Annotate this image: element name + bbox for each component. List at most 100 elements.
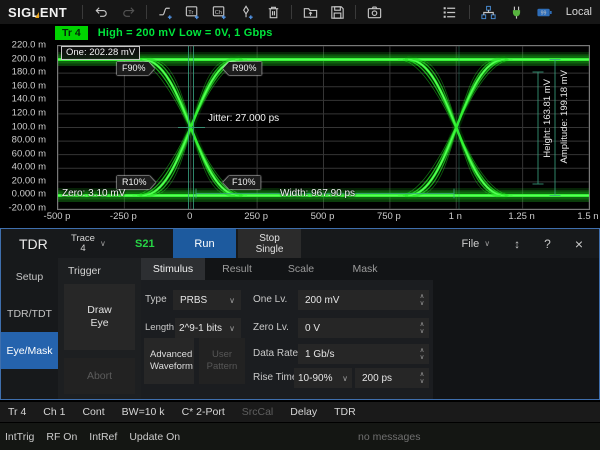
stop-single-line1: Stop: [259, 233, 280, 244]
add-waveform-icon[interactable]: [156, 3, 174, 21]
x-tick-7: 1.25 n: [508, 211, 534, 222]
y-tick-3: 160.0 m: [12, 80, 46, 91]
dialog-sidebar: SetupTDR/TDTEye/Mask: [1, 258, 58, 399]
st2-item-1: RF On: [46, 431, 77, 443]
run-button[interactable]: Run: [173, 229, 236, 258]
chevron-down-icon: ∨: [484, 239, 490, 248]
r90-marker: R90%: [223, 62, 262, 75]
toolbar-separator: [146, 5, 147, 19]
user-pattern-button[interactable]: UserPattern: [199, 338, 245, 384]
side-item-1[interactable]: TDR/TDT: [1, 295, 58, 332]
toolbar-separator: [355, 5, 356, 19]
one-level-field-label: One Lv.: [253, 290, 297, 310]
abort-button[interactable]: Abort: [64, 358, 135, 394]
zero-level-label: Zero: 3.10 mV: [62, 188, 125, 199]
stop-single-button[interactable]: Stop Single: [238, 229, 301, 258]
save-file-icon[interactable]: [328, 3, 346, 21]
message-area: no messages: [358, 431, 420, 443]
stepper-icon[interactable]: ∧∨: [415, 290, 429, 310]
chevron-down-icon: ∨: [342, 374, 348, 383]
delete-icon[interactable]: [264, 3, 282, 21]
siglent-logo: SIGLENT: [8, 5, 67, 20]
rise-time-field-label: Rise Time: [253, 368, 299, 388]
stepper-icon[interactable]: ∧∨: [415, 344, 429, 364]
st2-item-3: Update On: [129, 431, 180, 443]
tab-item-1[interactable]: Result: [205, 258, 269, 280]
side-item-2[interactable]: Eye/Mask: [1, 332, 58, 369]
f10-marker: F10%: [223, 176, 261, 189]
toolbar-separator: [82, 5, 83, 19]
type-label: Type: [145, 290, 173, 310]
local-mode-label: Local: [566, 6, 592, 18]
add-channel-icon[interactable]: Ch: [210, 3, 228, 21]
battery-icon: 99: [536, 3, 554, 21]
y-tick-12: -20.00 m: [9, 203, 47, 214]
close-icon[interactable]: ×: [575, 236, 583, 252]
chevron-down-icon: ∨: [229, 296, 235, 305]
data-rate-field[interactable]: 1 Gb/s ∧∨: [298, 344, 429, 364]
y-tick-1: 200.0 m: [12, 53, 46, 64]
st-item-1: Ch 1: [43, 406, 65, 418]
open-file-icon[interactable]: [301, 3, 319, 21]
y-tick-11: 0.000 m: [12, 189, 46, 200]
rise-time-select[interactable]: 10-90% ∨: [294, 368, 352, 388]
st-item-3: BW=10 k: [122, 406, 165, 418]
x-tick-4: 500 p: [311, 211, 335, 222]
amplitude-label: Amplitude: 199.18 mV: [559, 70, 570, 163]
trace-selector[interactable]: Trace 4 ∨: [71, 234, 121, 254]
y-tick-0: 220.0 m: [12, 40, 46, 51]
s-parameter-label[interactable]: S21: [135, 238, 169, 250]
draw-eye-button[interactable]: Draw Eye: [64, 284, 135, 350]
tab-item-0[interactable]: Stimulus: [141, 258, 205, 280]
trace-selector-line1: Trace: [71, 234, 95, 244]
tab-item-3[interactable]: Mask: [333, 258, 397, 280]
dialog-header: TDR Trace 4 ∨ S21 Run Stop Single File ∨…: [1, 229, 599, 258]
status-bar-system: IntTrigRF OnIntRefUpdate On no messages: [0, 423, 600, 450]
y-tick-2: 180.0 m: [12, 67, 46, 78]
redo-icon[interactable]: [119, 3, 137, 21]
stepper-icon[interactable]: ∧∨: [415, 368, 429, 388]
undo-icon[interactable]: [92, 3, 110, 21]
length-select[interactable]: 2^9-1 bits ∨: [175, 318, 241, 338]
add-marker-icon[interactable]: [237, 3, 255, 21]
y-tick-6: 100.0 m: [12, 121, 46, 132]
zero-level-field[interactable]: 0 V ∧∨: [298, 318, 429, 338]
dialog-body: SetupTDR/TDTEye/Mask Trigger Draw Eye Ab…: [1, 258, 599, 399]
trace-badge[interactable]: Tr 4: [55, 26, 88, 40]
st2-item-2: IntRef: [89, 431, 117, 443]
st-item-7: TDR: [334, 406, 356, 418]
dialog-tabs: StimulusResultScaleMask: [141, 258, 599, 280]
lan-icon[interactable]: [480, 3, 498, 21]
add-trace-icon[interactable]: Tr: [183, 3, 201, 21]
side-item-0[interactable]: Setup: [1, 258, 58, 295]
height-label: Height: 163.81 mV: [542, 79, 553, 158]
y-tick-7: 80.00 m: [12, 135, 46, 146]
status-bar-channel: Tr 4Ch 1ContBW=10 kC* 2-PortSrcCalDelayT…: [0, 402, 600, 422]
stepper-icon[interactable]: ∧∨: [415, 318, 429, 338]
resize-icon[interactable]: ↕: [514, 237, 520, 251]
chevron-down-icon: ∨: [229, 324, 235, 333]
data-rate-field-label: Data Rate: [253, 344, 299, 364]
power-plug-icon[interactable]: [508, 3, 526, 21]
screenshot-icon[interactable]: [365, 3, 383, 21]
f90-marker: F90%: [117, 62, 155, 75]
y-axis-ticks: 220.0 m200.0 m180.0 m160.0 m140.0 m120.0…: [0, 45, 52, 208]
help-icon[interactable]: ?: [544, 237, 551, 251]
eye-diagram-plot[interactable]: One: 202.28 mV Zero: 3.10 mV Width: 967.…: [57, 45, 590, 210]
stop-single-line2: Single: [256, 244, 284, 255]
one-level-field[interactable]: 200 mV ∧∨: [298, 290, 429, 310]
system-flags: IntTrigRF OnIntRefUpdate On: [5, 431, 180, 443]
file-menu[interactable]: File ∨: [462, 238, 491, 250]
y-tick-4: 140.0 m: [12, 94, 46, 105]
x-tick-6: 1 n: [449, 211, 462, 222]
tab-item-2[interactable]: Scale: [269, 258, 333, 280]
x-axis-ticks: -500 p-250 p0250 p500 p750 p1 n1.25 n1.5…: [57, 211, 588, 224]
rise-time-field[interactable]: 200 ps ∧∨: [355, 368, 429, 388]
type-select[interactable]: PRBS ∨: [173, 290, 241, 310]
file-menu-label: File: [462, 238, 480, 250]
svg-text:99: 99: [541, 10, 547, 16]
menu-icon[interactable]: [441, 3, 459, 21]
st-item-0: Tr 4: [8, 406, 26, 418]
x-tick-2: 0: [187, 211, 192, 222]
advanced-waveform-button[interactable]: AdvancedWaveform: [144, 338, 194, 384]
